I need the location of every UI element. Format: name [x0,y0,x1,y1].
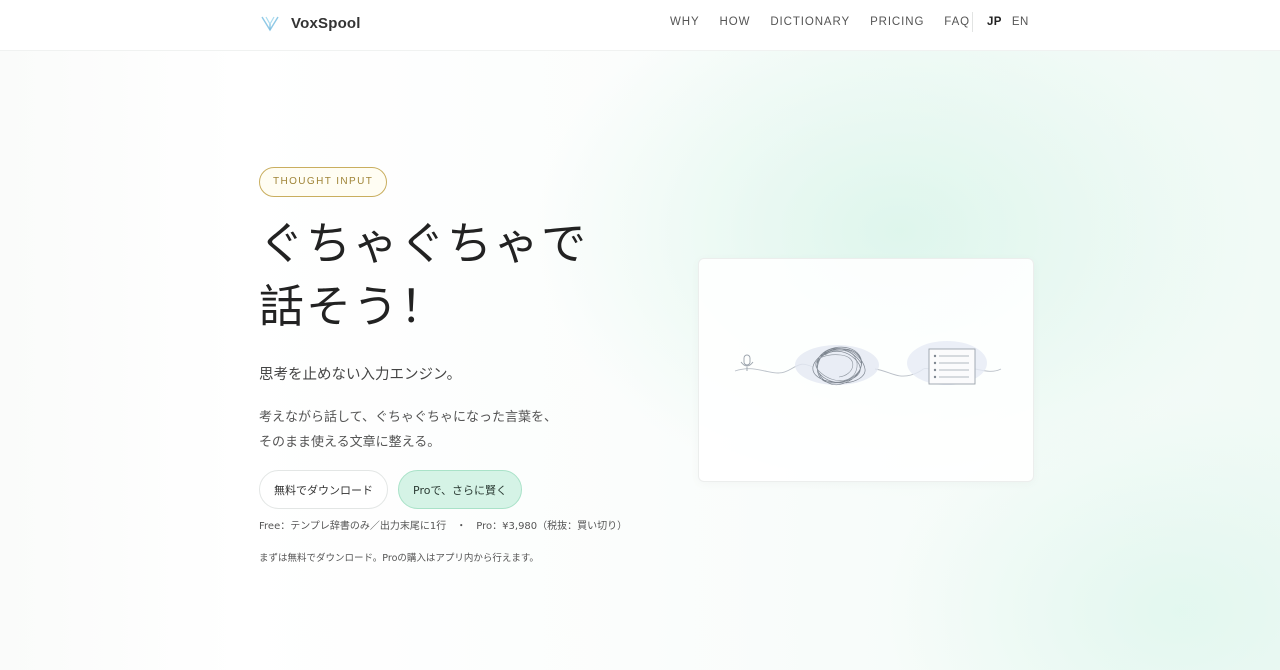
brand-icon [261,16,279,32]
document-list-icon [928,348,976,385]
brand-logo[interactable]: VoxSpool [261,12,361,34]
pricing-pro: Pro：¥3,980（税抜：買い切り） [476,521,628,532]
hero-subtitle: 思考を止めない入力エンジン。 [259,367,462,383]
hero-description-line2: そのまま使える文章に整える。 [259,435,441,450]
free-download-button[interactable]: 無料でダウンロード [259,470,388,509]
hero-title: ぐちゃぐちゃで 話そう！ [259,212,659,338]
hero-description-line1: 考えながら話して、ぐちゃぐちゃになった言葉を、 [259,410,557,425]
hero-description: 考えながら話して、ぐちゃぐちゃになった言葉を、 そのまま使える文章に整える。 [259,405,659,455]
language-jp[interactable]: JP [987,14,1002,30]
pricing-free: Free：テンプレ辞書のみ／出力末尾に1行 [259,521,447,532]
illustration [734,341,1002,386]
tangle-icon [795,345,879,386]
pricing-summary: Free：テンプレ辞書のみ／出力末尾に1行・ Pro：¥3,980（税抜：買い切り… [259,520,659,534]
cta-buttons: 無料でダウンロード Proで、さらに賢く [259,470,659,509]
pro-upgrade-button[interactable]: Proで、さらに賢く [398,470,523,509]
purchase-note: まずは無料でダウンロード。Proの購入はアプリ内から行えます。 [259,553,539,564]
nav-link-dictionary[interactable]: DICTIONARY [770,14,850,30]
hero-section: THOUGHT INPUT ぐちゃぐちゃで 話そう！ 思考を止めない入力エンジン… [259,167,659,566]
language-switcher: JP EN [987,14,1039,30]
language-en[interactable]: EN [1012,14,1029,30]
main-nav: WHY HOW DICTIONARY PRICING FAQ [670,14,990,30]
language-divider [972,12,973,32]
hero-title-line1: ぐちゃぐちゃで [259,217,589,270]
thought-input-badge: THOUGHT INPUT [259,167,388,197]
nav-link-faq[interactable]: FAQ [944,14,970,30]
illustration-card [698,258,1034,482]
site-header: VoxSpool WHY HOW DICTIONARY PRICING FAQ … [0,0,1280,51]
hero-title-line2: 話そう！ [259,280,448,333]
pricing-separator: ・ [456,521,467,532]
nav-link-why[interactable]: WHY [670,14,700,30]
nav-link-pricing[interactable]: PRICING [870,14,924,30]
brand-name: VoxSpool [291,14,361,32]
nav-link-how[interactable]: HOW [720,14,751,30]
